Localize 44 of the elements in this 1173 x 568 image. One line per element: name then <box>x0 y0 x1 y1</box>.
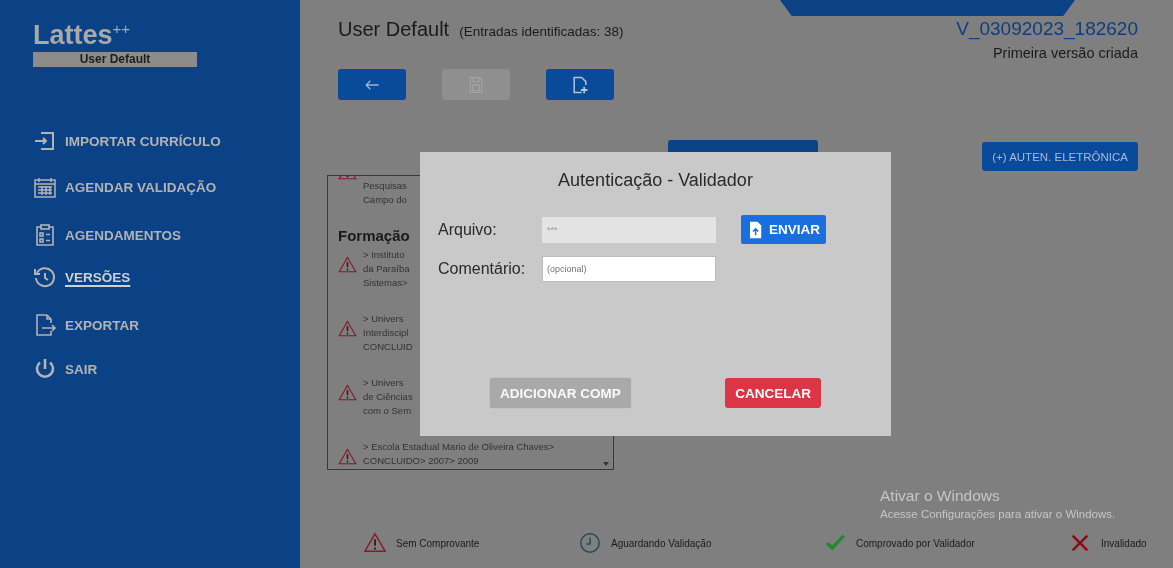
clock-icon <box>579 532 601 554</box>
legend-label: Comprovado por Validador <box>856 537 975 549</box>
sidebar-item[interactable]: IMPORTAR CURRÍCULO <box>33 129 221 153</box>
new-button[interactable] <box>546 69 614 100</box>
sidebar-item[interactable]: AGENDAMENTOS <box>33 223 181 247</box>
entry-text: > Escola Estadual Mario de Oliveira Chaves> CONCLUIDO> 2007> 2009 <box>363 440 555 468</box>
entry-text: > Univers Interdiscipl CONCLUID <box>363 312 413 354</box>
dialog-title: Autenticação - Validador <box>557 170 754 191</box>
version-note: Primeira versão criada <box>991 45 1138 61</box>
legend-label: Sem Comprovante <box>396 537 480 549</box>
user-name: User Default <box>33 52 197 67</box>
history-icon <box>33 265 57 289</box>
import-icon <box>33 129 57 153</box>
sidebar-item[interactable]: AGENDAR VALIDAÇÃO <box>33 175 217 199</box>
send-button[interactable]: ENVIAR <box>741 215 826 244</box>
section-heading: Formação <box>338 227 410 244</box>
activation-title: Ativar o Windows <box>880 487 1001 505</box>
scroll-arrow-icon <box>603 462 609 466</box>
field-label: Comentário: <box>438 260 527 278</box>
entry-count: (Entradas identificadas: 38) <box>459 24 624 39</box>
clipboard-icon <box>33 223 57 247</box>
entry-text: > Instituto da Paraíba Sistemas> <box>363 248 410 290</box>
page-title: User Default <box>338 18 450 41</box>
cross-icon <box>1069 532 1091 554</box>
power-icon <box>33 357 57 381</box>
sidebar-item[interactable]: EXPORTAR <box>33 313 139 337</box>
sidebar-item[interactable]: SAIR <box>33 357 98 381</box>
sidebar-item[interactable]: VERSÕES <box>33 265 131 289</box>
cancel-button[interactable]: CANCELAR <box>725 378 821 408</box>
field-label: Arquivo: <box>438 220 498 239</box>
app-logo: Lattes$^{++}$ <box>33 19 131 52</box>
action-button[interactable] <box>668 140 818 152</box>
auth-button[interactable]: (+) AUTEN. ELETRÔNICA <box>982 142 1138 171</box>
legend-label: Aguardando Validação <box>611 537 712 549</box>
back-button[interactable] <box>338 69 406 100</box>
version-name: V_03092023_182620 <box>956 18 1138 40</box>
activation-text: Acesse Configurações para ativar o Windows. <box>880 508 1116 520</box>
comment-field[interactable]: (opcional) <box>542 256 716 282</box>
export-icon <box>33 313 57 337</box>
legend-label: Invalidado <box>1101 537 1147 549</box>
entry-text: > Univers de Ciências com o Sem <box>363 376 413 418</box>
new-file-icon <box>570 74 590 95</box>
entry-text: Pesquisas Campo do <box>363 179 407 207</box>
calendar-icon <box>33 175 57 199</box>
